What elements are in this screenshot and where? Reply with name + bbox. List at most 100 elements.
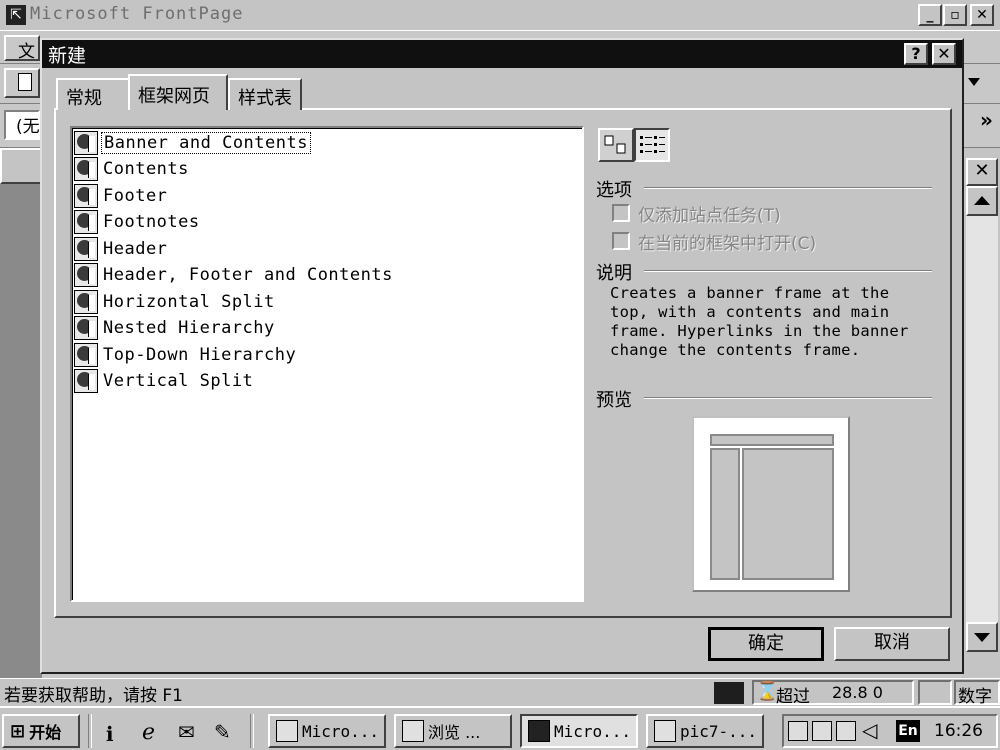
restore-button[interactable]: ▫ [943,4,967,26]
close-button[interactable]: ✕ [970,4,994,26]
tasks-divider [250,714,254,748]
cancel-button[interactable]: 取消 [834,627,950,661]
minimize-button[interactable]: _ [918,4,942,26]
new-dialog: 新建 ? ✕ 常规 样式表 框架网页 Banner and Contents C… [40,38,964,674]
tab-stylesheets[interactable]: 样式表 [228,78,302,110]
frames-template-icon [74,237,98,261]
list-item[interactable]: Header [74,236,169,262]
frames-template-icon [74,184,98,208]
help-button[interactable]: ? [904,43,928,65]
frames-template-icon [74,157,98,181]
description-heading: 说明 [596,263,632,284]
frames-template-icon [74,343,98,367]
large-icons-icon [604,135,626,154]
arrow-down-icon [974,633,990,642]
num-lock-indicator: 数字 [954,680,1000,707]
new-page-button[interactable] [4,68,40,98]
explorer-icon [402,720,424,742]
taskbar: ⊞ 开始 ℹ ℯ ✉ ✎ Micro... 浏览 ... Micro... pic… [0,706,1000,750]
frames-template-icon [74,369,98,393]
tab-frames-pages[interactable]: 框架网页 [128,74,228,110]
task-image[interactable]: pic7-... [646,714,764,748]
preview-heading: 预览 [596,390,632,411]
image-icon [654,720,676,742]
frames-template-icon [74,210,98,234]
task-frontpage-active[interactable]: Micro... [520,714,638,748]
connection-speed: 28.8 0 [832,683,883,702]
status-bar: 若要获取帮助，请按 F1 ⌛ 超过 28.8 0 数字 [0,678,1000,707]
open-in-frame-checkbox[interactable] [612,232,630,250]
frontpage-icon [528,720,550,742]
language-indicator[interactable]: En [896,720,920,742]
outlook-mail-icon[interactable]: ✉ [178,720,195,744]
description-text: Creates a banner frame at the top, with … [610,284,909,359]
timeout-label: 超过 [776,687,810,707]
preview-main-frame [742,448,834,580]
list-item[interactable]: Header, Footer and Contents [74,262,395,288]
download-time-panel: ⌛ 超过 28.8 0 [752,680,914,707]
toolbar-overflow-icon[interactable]: » [980,108,993,132]
show-desktop-icon[interactable]: ✎ [214,720,231,744]
list-item[interactable]: Footer [74,183,169,209]
frames-template-icon [74,263,98,287]
scroll-down-button[interactable] [966,622,998,652]
add-task-label: 仅添加站点任务(T) [638,206,781,226]
vertical-scrollbar[interactable] [966,186,998,652]
list-item[interactable]: Horizontal Split [74,289,277,315]
quicklaunch-divider [88,714,92,748]
windows-logo-icon: ⊞ [10,720,26,742]
word-icon [276,720,298,742]
arrow-up-icon [974,196,990,205]
list-item[interactable]: Contents [74,156,191,182]
quicklaunch-pen-icon[interactable]: ℹ [106,722,114,746]
frames-preview [692,416,850,592]
frontpage-app-icon[interactable]: ⇱ [6,5,26,25]
frames-template-icon [74,290,98,314]
toolbar-dropdown-icon[interactable] [968,78,980,86]
ok-button[interactable]: 确定 [708,627,824,661]
dialog-close-button[interactable]: ✕ [932,43,956,65]
dialog-title-bar: 新建 ? ✕ [42,40,962,68]
views-bar-header [0,148,42,184]
list-item[interactable]: Footnotes [74,209,202,235]
menu-file[interactable]: 文 [4,35,40,62]
add-task-checkbox[interactable] [612,204,630,222]
large-icons-button[interactable] [598,128,634,162]
views-bar [0,148,42,678]
clock[interactable]: 16:26 [934,721,983,741]
template-list[interactable]: Banner and Contents Contents Footer Foot… [70,126,584,602]
options-divider [644,187,932,189]
list-view-button[interactable] [634,128,670,162]
ie-browser-icon[interactable]: ℯ [142,720,155,745]
frames-template-icon [74,316,98,340]
dialog-title: 新建 [48,45,87,67]
publish-status-icon [714,682,744,704]
task-word[interactable]: Micro... [268,714,386,748]
editor-close-button[interactable]: ✕ [966,158,998,186]
description-divider [644,270,932,272]
app-title: Microsoft FrontPage [30,4,244,24]
preview-divider [644,397,932,399]
scroll-up-button[interactable] [966,186,998,216]
list-item[interactable]: Nested Hierarchy [74,315,277,341]
task-explorer[interactable]: 浏览 ... [394,714,512,748]
status-help-text: 若要获取帮助，请按 F1 [4,686,183,706]
frames-template-icon [74,131,98,155]
options-heading: 选项 [596,180,632,201]
app-title-bar: ⇱ Microsoft FrontPage _ ▫ ✕ [0,0,1000,30]
system-tray: ◁ En 16:26 [782,714,998,748]
network-icon[interactable] [788,721,808,741]
modem-icon[interactable] [812,721,832,741]
list-item[interactable]: Vertical Split [74,368,255,394]
display-icon[interactable] [836,721,856,741]
preview-contents-frame [710,448,740,580]
open-in-frame-label: 在当前的框架中打开(C) [638,234,817,254]
volume-icon[interactable]: ◁ [862,718,877,742]
list-item[interactable]: Banner and Contents [74,130,311,156]
start-button[interactable]: ⊞ 开始 [2,714,80,748]
preview-banner-frame [710,434,834,446]
list-view-icon [640,136,665,153]
style-select[interactable]: (无 [4,110,40,140]
list-item[interactable]: Top-Down Hierarchy [74,342,298,368]
tab-general[interactable]: 常规 [56,78,130,110]
